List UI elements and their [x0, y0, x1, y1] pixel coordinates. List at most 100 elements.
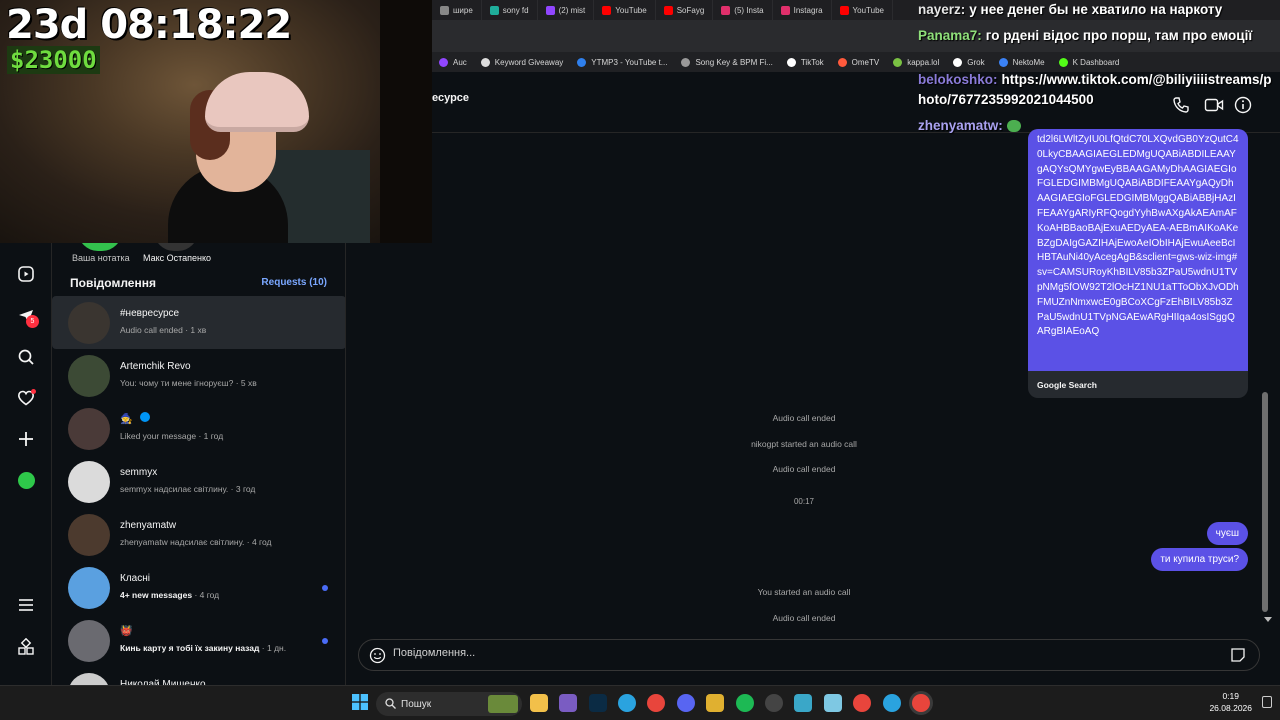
reels-icon[interactable]	[15, 263, 37, 285]
shared-link-card[interactable]: td2l6LWltZyIU0LfQtdC70LXQvdGB0YzQutC40Lk…	[1028, 129, 1248, 398]
more-apps-icon[interactable]	[15, 636, 37, 658]
video-call-icon[interactable]	[1204, 96, 1224, 119]
bookmark-item[interactable]: TikTok	[780, 57, 831, 67]
bookmark-item[interactable]: kappa.lol	[886, 57, 946, 67]
menu-icon[interactable]	[15, 594, 37, 616]
bookmark-label: kappa.lol	[907, 57, 940, 67]
photoshop-icon[interactable]	[589, 694, 607, 712]
app-icon[interactable]	[706, 694, 724, 712]
chat-scrollbar[interactable]	[1262, 392, 1268, 612]
bookmark-item[interactable]: OmeTV	[831, 57, 887, 67]
bookmark-label: K Dashboard	[1072, 57, 1120, 67]
clock-time: 0:19	[1222, 691, 1239, 701]
notifications-icon[interactable]	[15, 387, 37, 409]
chat-username: nayerz:	[918, 2, 966, 17]
unread-dot	[322, 638, 328, 644]
windows-start-icon[interactable]	[352, 694, 368, 715]
outgoing-message[interactable]: чуєш	[1206, 522, 1248, 545]
stream-chat-line: belokoshko: https://www.tiktok.com/@biliy…	[918, 72, 1271, 87]
preview-time: · 1 дн.	[261, 643, 287, 653]
bookmark-item[interactable]: Keyword Giveaway	[474, 57, 570, 67]
windows-taskbar: Пошук 0:19 26.08.2026	[0, 685, 1280, 720]
telegram-icon[interactable]	[883, 694, 901, 712]
bookmark-item[interactable]: K Dashboard	[1052, 57, 1127, 67]
browser-tab[interactable]: (2) mist	[538, 0, 595, 20]
conversation-list-panel: Ваша нотатка Макс Остапенко Повідомлення…	[52, 243, 346, 685]
sticker-icon[interactable]	[1229, 646, 1247, 669]
chrome-icon[interactable]	[853, 694, 871, 712]
conversation-row[interactable]: #невресурсе Audio call ended · 1 хв	[52, 296, 345, 349]
profile-icon[interactable]	[15, 469, 37, 491]
scroll-down-arrow[interactable]	[1264, 617, 1272, 622]
your-note-avatar[interactable]	[78, 243, 122, 251]
preview-text: Кинь карту я тобі їх закину назад	[120, 643, 260, 653]
outgoing-message[interactable]: ти купила труси?	[1151, 548, 1248, 571]
tab-favicon-icon	[839, 5, 849, 15]
conversation-row[interactable]: semmyx semmyx надсилає світлину. · 3 год	[52, 455, 345, 508]
browser-tab[interactable]: YouTube	[594, 0, 656, 20]
conversation-name: 🧙	[120, 414, 133, 425]
instagram-nav: 5	[0, 243, 52, 685]
obs-icon[interactable]	[765, 694, 783, 712]
stream-uptime: 23d 08:18:22	[6, 2, 292, 48]
bookmark-item[interactable]: Song Key & BPM Fi...	[674, 57, 779, 67]
taskbar-clock[interactable]: 0:19 26.08.2026	[1209, 690, 1252, 714]
search-icon	[385, 698, 396, 712]
bookmark-item[interactable]: YTMP3 - YouTube t...	[570, 57, 674, 67]
conversation-row[interactable]: Класні 4+ new messages · 4 год	[52, 561, 345, 614]
phone-call-icon[interactable]	[1172, 96, 1190, 119]
discord-icon[interactable]	[677, 694, 695, 712]
taskbar-search[interactable]: Пошук	[376, 692, 522, 716]
messages-badge: 5	[26, 315, 39, 328]
note-avatar[interactable]	[154, 243, 198, 251]
conversation-info-icon[interactable]	[1234, 96, 1252, 119]
app-icon[interactable]	[824, 694, 842, 712]
browser-tab[interactable]: (5) Insta	[713, 0, 773, 20]
shared-link-text: td2l6LWltZyIU0LfQtdC70LXQvdGB0YzQutC40Lk…	[1028, 129, 1248, 371]
telegram-icon[interactable]	[618, 694, 636, 712]
app-icon[interactable]	[559, 694, 577, 712]
conversation-row[interactable]: 🧙 Liked your message · 1 год	[52, 402, 345, 455]
conversation-name: zhenyamatw	[120, 520, 177, 531]
bookmark-favicon-icon	[837, 57, 847, 67]
conversation-row[interactable]: zhenyamatw zhenyamatw надсилає світлину.…	[52, 508, 345, 561]
browser-tab[interactable]: Instagra	[773, 0, 832, 20]
search-icon[interactable]	[15, 346, 37, 368]
chrome-icon[interactable]	[647, 694, 665, 712]
tab-label: SoFayg	[676, 5, 705, 15]
browser-tab[interactable]: SoFayg	[656, 0, 714, 20]
browser-tab[interactable]: sony fd	[482, 0, 538, 20]
requests-link[interactable]: Requests (10)	[261, 277, 327, 288]
conversation-preview: 4+ new messages · 4 год	[120, 590, 219, 600]
chrome-active-icon[interactable]	[912, 694, 930, 712]
emoji-icon[interactable]	[369, 647, 386, 669]
spotify-icon[interactable]	[736, 694, 754, 712]
preview-text: Audio call ended	[120, 325, 183, 335]
create-icon[interactable]	[15, 428, 37, 450]
conversation-row[interactable]: Artemchik Revo You: чому ти мене ігнорує…	[52, 349, 345, 402]
file-explorer-icon[interactable]	[530, 694, 548, 712]
browser-tab[interactable]: YouTube	[832, 0, 893, 20]
tab-favicon-icon	[663, 5, 673, 15]
bookmark-item[interactable]: Auc	[432, 57, 474, 67]
conversation-row[interactable]: 👹 Кинь карту я тобі їх закину назад · 1 …	[52, 614, 345, 667]
bookmark-item[interactable]: NektoMe	[992, 57, 1052, 67]
bookmark-label: Auc	[453, 57, 467, 67]
conversation-row[interactable]: Николай Мищенко	[52, 667, 345, 685]
taskbar-search-label: Пошук	[401, 699, 432, 710]
message-composer	[358, 639, 1260, 671]
tab-label: sony fd	[502, 5, 529, 15]
browser-tab[interactable]: шире	[432, 0, 482, 20]
tab-favicon-icon	[440, 5, 449, 15]
chat-text: го рдені відос про порш, там про емоції	[985, 28, 1253, 43]
conversation-preview: semmyx надсилає світлину. · 3 год	[120, 484, 255, 494]
message-input[interactable]	[393, 647, 1093, 659]
chat-username: zhenyamatw:	[918, 118, 1003, 133]
app-icon[interactable]	[794, 694, 812, 712]
bookmark-favicon-icon	[786, 57, 796, 67]
messages-icon[interactable]: 5	[15, 305, 39, 328]
notification-center-icon[interactable]	[1262, 696, 1272, 708]
chat-title[interactable]: есурсе	[432, 92, 469, 104]
preview-time: · 5 хв	[235, 378, 257, 388]
bookmark-item[interactable]: Grok	[946, 57, 991, 67]
